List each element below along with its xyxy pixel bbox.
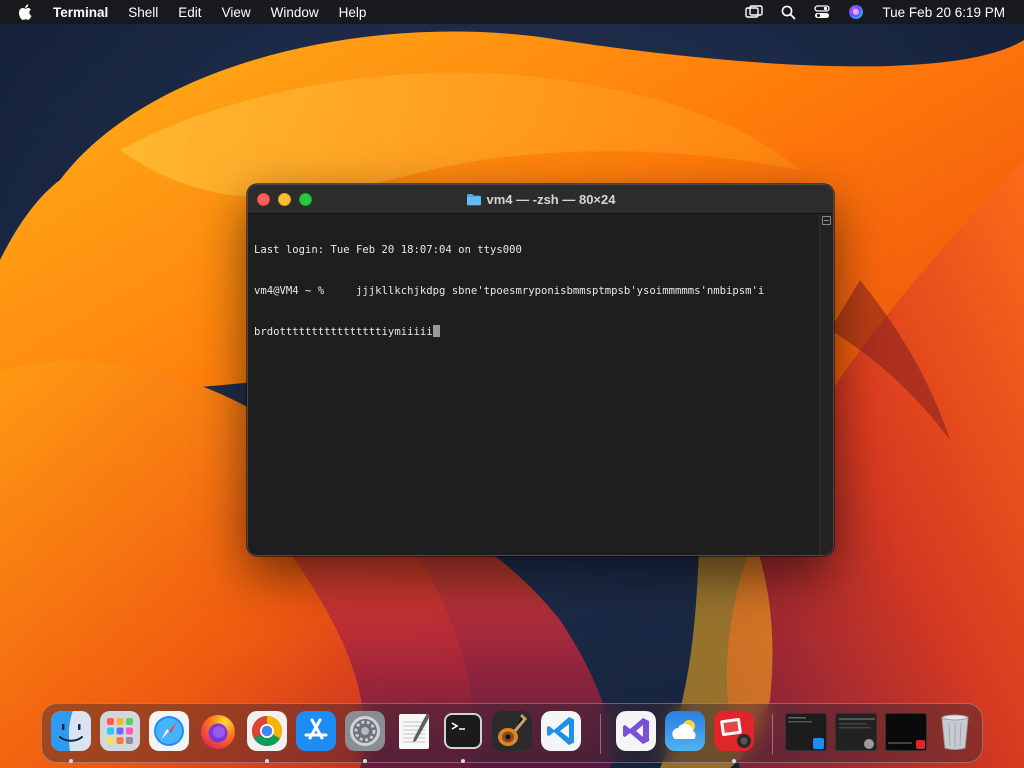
text-cursor: [432, 325, 440, 337]
garageband-icon[interactable]: [492, 711, 532, 751]
window-title: vm4 — -zsh — 80×24: [466, 191, 616, 207]
dock-separator: [600, 714, 601, 754]
minimized-window-2[interactable]: [835, 713, 877, 751]
vscode-icon[interactable]: [541, 711, 581, 751]
window-controls: [257, 193, 320, 206]
running-indicator: [69, 759, 73, 763]
terminal-window: vm4 — -zsh — 80×24 Last login: Tue Feb 2…: [247, 184, 834, 556]
spotlight-search-icon[interactable]: [778, 3, 798, 21]
folder-icon: [466, 193, 482, 206]
split-pane-icon[interactable]: [822, 216, 831, 225]
visual-studio-icon[interactable]: [616, 711, 656, 751]
window-titlebar[interactable]: vm4 — -zsh — 80×24: [248, 185, 833, 214]
menu-app-name[interactable]: Terminal: [53, 5, 108, 20]
launchpad-icon[interactable]: [100, 711, 140, 751]
terminal-line: Last login: Tue Feb 20 18:07:04 on ttys0…: [254, 244, 522, 256]
chrome-icon[interactable]: [247, 711, 287, 751]
dock: [41, 703, 983, 763]
photo-booth-icon[interactable]: [714, 711, 754, 751]
safari-icon[interactable]: [149, 711, 189, 751]
menu-help[interactable]: Help: [339, 5, 367, 20]
menu-window[interactable]: Window: [271, 5, 319, 20]
running-indicator: [461, 759, 465, 763]
terminal-scrollbar[interactable]: [819, 214, 833, 555]
running-indicator: [363, 759, 367, 763]
running-indicator: [732, 759, 736, 763]
system-settings-icon[interactable]: [345, 711, 385, 751]
apple-logo-icon[interactable]: [18, 3, 36, 21]
screen-mirroring-icon[interactable]: [744, 3, 764, 21]
finder-icon[interactable]: [51, 711, 91, 751]
terminal-content[interactable]: Last login: Tue Feb 20 18:07:04 on ttys0…: [248, 214, 819, 555]
running-indicator: [265, 759, 269, 763]
minimized-window-1[interactable]: [785, 713, 827, 751]
firefox-icon[interactable]: [198, 711, 238, 751]
textedit-icon[interactable]: [394, 711, 434, 751]
siri-icon[interactable]: [846, 3, 866, 21]
close-button[interactable]: [257, 193, 270, 206]
menu-view[interactable]: View: [222, 5, 251, 20]
window-title-text: vm4 — -zsh — 80×24: [486, 191, 616, 207]
dock-separator: [772, 714, 773, 754]
menu-bar: Terminal Shell Edit View Window Help Tue…: [0, 0, 1024, 24]
minimized-window-3[interactable]: [885, 713, 927, 751]
menu-clock[interactable]: Tue Feb 20 6:19 PM: [882, 5, 1005, 20]
weather-icon[interactable]: [665, 711, 705, 751]
status-area: Tue Feb 20 6:19 PM: [744, 0, 1024, 24]
minimize-button[interactable]: [278, 193, 291, 206]
terminal-line-text: brdottttttttttttttttiymiiiii: [254, 326, 433, 338]
menu-edit[interactable]: Edit: [178, 5, 201, 20]
menu-shell[interactable]: Shell: [128, 5, 158, 20]
control-center-icon[interactable]: [812, 3, 832, 21]
trash-icon[interactable]: [935, 711, 975, 751]
zoom-button[interactable]: [299, 193, 312, 206]
app-store-icon[interactable]: [296, 711, 336, 751]
terminal-icon[interactable]: [443, 711, 483, 751]
terminal-prompt-line: brdottttttttttttttttiymiiiii: [254, 325, 813, 339]
terminal-line: vm4@VM4 ~ % jjjkllkchjkdpg sbne'tpoesmry…: [254, 284, 765, 297]
